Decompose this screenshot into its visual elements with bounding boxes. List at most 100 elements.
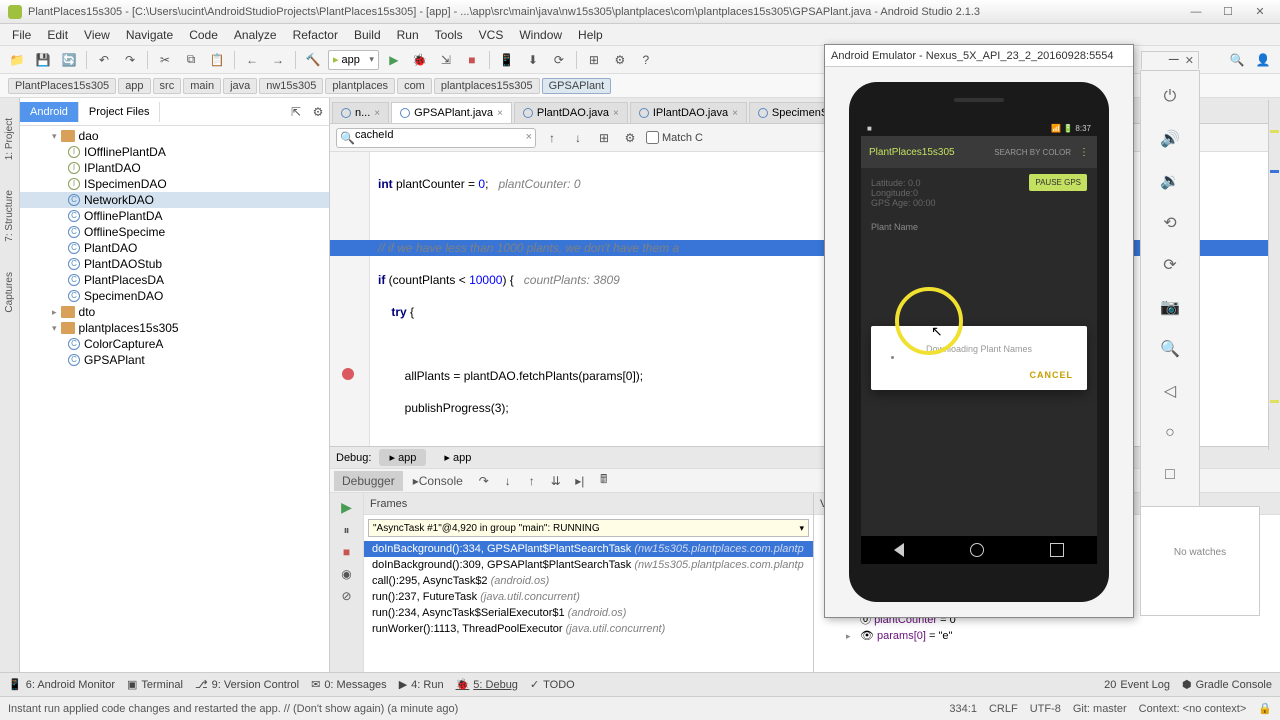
user-icon[interactable]: 👤 <box>1252 49 1274 71</box>
frame-row[interactable]: run():234, AsyncTask$SerialExecutor$1 (a… <box>364 605 813 621</box>
clear-icon[interactable]: × <box>526 131 532 143</box>
editor-tab[interactable]: n...× <box>332 102 389 123</box>
mute-icon[interactable]: ⊘ <box>339 588 355 604</box>
tree-item[interactable]: CPlantDAO <box>20 240 329 256</box>
undo-icon[interactable]: ↶ <box>93 49 115 71</box>
rotate-left-icon[interactable]: ⟲ <box>1158 211 1182 235</box>
attach-icon[interactable]: ⇲ <box>435 49 457 71</box>
copy-icon[interactable]: ⧉ <box>180 49 202 71</box>
editor-overview-ruler[interactable] <box>1268 100 1280 450</box>
tree-item[interactable]: CColorCaptureA <box>20 336 329 352</box>
menu-analyze[interactable]: Analyze <box>226 26 285 44</box>
tree-folder-dto[interactable]: ▸dto <box>20 304 329 320</box>
close-button[interactable]: ✕ <box>1248 4 1272 20</box>
nav-home-icon[interactable] <box>970 543 984 557</box>
menu-build[interactable]: Build <box>346 26 389 44</box>
menu-vcs[interactable]: VCS <box>471 26 512 44</box>
dialog-cancel-button[interactable]: CANCEL <box>885 370 1073 380</box>
tab-debug-bottom[interactable]: 🐞 5: Debug <box>456 678 518 691</box>
close-icon[interactable]: × <box>497 108 503 119</box>
pause-icon[interactable]: ⏸ <box>339 522 355 538</box>
tab-event-log[interactable]: 20 Event Log <box>1104 679 1170 691</box>
run-to-cursor-icon[interactable]: ▸| <box>569 471 591 491</box>
stop-debug-icon[interactable]: ■ <box>339 544 355 560</box>
avd-icon[interactable]: 📱 <box>496 49 518 71</box>
editor-tab[interactable]: PlantDAO.java× <box>514 102 628 123</box>
thread-selector[interactable]: "AsyncTask #1"@4,920 in group "main": RU… <box>368 519 809 537</box>
crumb[interactable]: com <box>397 78 432 94</box>
tree-item[interactable]: IIPlantDAO <box>20 160 329 176</box>
collapse-icon[interactable]: ⇱ <box>285 101 307 123</box>
find-input[interactable]: 🔍cacheId× <box>336 128 536 148</box>
tab-terminal[interactable]: ▣ Terminal <box>127 678 183 691</box>
run-icon[interactable]: ▶ <box>383 49 405 71</box>
prev-match-icon[interactable]: ↑ <box>542 128 562 148</box>
gear-icon[interactable]: ⚙ <box>307 101 329 123</box>
project-tab-files[interactable]: Project Files <box>79 102 161 122</box>
settings-icon[interactable]: ⚙ <box>609 49 631 71</box>
tree-folder-dao[interactable]: ▾dao <box>20 128 329 144</box>
frame-row[interactable]: call():295, AsyncTask$2 (android.os) <box>364 573 813 589</box>
emu-recents-icon[interactable]: □ <box>1158 463 1182 487</box>
status-position[interactable]: 334:1 <box>949 703 977 715</box>
tree-item[interactable]: IISpecimenDAO <box>20 176 329 192</box>
menu-tools[interactable]: Tools <box>427 26 471 44</box>
debug-tab-app2[interactable]: ▸ app <box>434 449 481 466</box>
crumb[interactable]: nw15s305 <box>259 78 323 94</box>
find-settings-icon[interactable]: ⚙ <box>620 128 640 148</box>
crumb[interactable]: java <box>223 78 257 94</box>
redo-icon[interactable]: ↷ <box>119 49 141 71</box>
maximize-button[interactable]: ☐ <box>1216 4 1240 20</box>
cut-icon[interactable]: ✂ <box>154 49 176 71</box>
minimize-button[interactable]: — <box>1184 4 1208 20</box>
structure-icon[interactable]: ⊞ <box>583 49 605 71</box>
overflow-icon[interactable]: ⋮ <box>1079 147 1089 158</box>
tab-console[interactable]: ▸ Console <box>405 471 471 491</box>
crumb[interactable]: plantplaces <box>325 78 395 94</box>
camera-icon[interactable]: 📷 <box>1158 295 1182 319</box>
back-icon[interactable]: ← <box>241 49 263 71</box>
emu-back-icon[interactable]: ◁ <box>1158 379 1182 403</box>
status-context[interactable]: Context: <no context> <box>1139 703 1247 715</box>
make-icon[interactable]: 🔨 <box>302 49 324 71</box>
tab-todo[interactable]: ✓ TODO <box>530 678 575 691</box>
crumb[interactable]: plantplaces15s305 <box>434 78 540 94</box>
save-icon[interactable]: 💾 <box>32 49 54 71</box>
emu-min-icon[interactable]: — <box>1169 54 1179 67</box>
close-icon[interactable]: × <box>613 108 619 119</box>
status-lock-icon[interactable]: 🔒 <box>1258 702 1272 715</box>
step-over-icon[interactable]: ↷ <box>473 471 495 491</box>
breakpoint-icon[interactable] <box>342 368 354 380</box>
crumb-current[interactable]: GPSAPlant <box>542 78 612 94</box>
code-editor[interactable]: int plantCounter = 0; plantCounter: 0 //… <box>330 152 1280 446</box>
tree-item[interactable]: CGPSAPlant <box>20 352 329 368</box>
find-options-icon[interactable]: ⊞ <box>594 128 614 148</box>
volume-down-icon[interactable]: 🔉 <box>1158 169 1182 193</box>
stop-icon[interactable]: ■ <box>461 49 483 71</box>
eval-icon[interactable]: 🖩 <box>593 471 615 491</box>
status-line-ending[interactable]: CRLF <box>989 703 1018 715</box>
crumb[interactable]: src <box>153 78 182 94</box>
step-out-icon[interactable]: ↑ <box>521 471 543 491</box>
tab-captures[interactable]: Captures <box>4 272 15 313</box>
debug-icon[interactable]: 🐞 <box>409 49 431 71</box>
watches-panel[interactable]: No watches <box>1140 506 1260 616</box>
tree-item-selected[interactable]: CNetworkDAO <box>20 192 329 208</box>
menu-file[interactable]: File <box>4 26 39 44</box>
step-force-icon[interactable]: ⇊ <box>545 471 567 491</box>
status-git[interactable]: Git: master <box>1073 703 1127 715</box>
menu-view[interactable]: View <box>76 26 118 44</box>
editor-tab[interactable]: IPlantDAO.java× <box>630 102 747 123</box>
tree-item[interactable]: COfflineSpecime <box>20 224 329 240</box>
volume-up-icon[interactable]: 🔊 <box>1158 127 1182 151</box>
menu-navigate[interactable]: Navigate <box>118 26 181 44</box>
view-breakpoints-icon[interactable]: ◉ <box>339 566 355 582</box>
project-tab-android[interactable]: Android <box>20 102 79 122</box>
emulator-window[interactable]: Android Emulator - Nexus_5X_API_23_2_201… <box>824 44 1134 618</box>
sync-icon[interactable]: 🔄 <box>58 49 80 71</box>
resume-icon[interactable]: ▶ <box>341 499 352 516</box>
var-row[interactable]: ▸👁 params[0] = "e" <box>816 628 1278 643</box>
editor-tab-active[interactable]: GPSAPlant.java× <box>391 102 512 123</box>
tab-version-control[interactable]: ⎇ 9: Version Control <box>195 678 299 691</box>
open-icon[interactable]: 📁 <box>6 49 28 71</box>
